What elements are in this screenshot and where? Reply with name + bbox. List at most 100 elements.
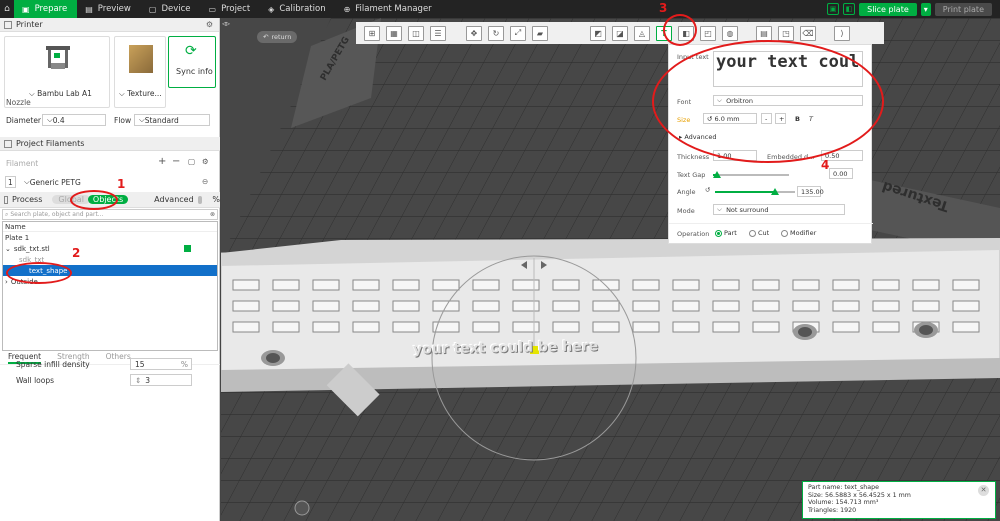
return-button[interactable]: ↶ return (257, 31, 298, 43)
operation-part-label: Part (724, 229, 737, 237)
diameter-select[interactable]: ⌵ 0.4 (42, 114, 106, 126)
return-icon: ↶ (263, 33, 269, 41)
part-name-line: Part name: text_shape (808, 484, 879, 491)
flow-select[interactable]: ⌵ Standard (134, 114, 210, 126)
tab-calibration[interactable]: ◈ Calibration (260, 0, 335, 18)
text-gap-input[interactable]: 0.00 (829, 168, 853, 179)
tree-row-plate[interactable]: Plate 1 (3, 232, 217, 243)
remove-filament-icon[interactable]: − (172, 156, 180, 167)
collapse-sidebar-icon[interactable]: ◃▹ (222, 19, 230, 28)
clear-search-icon[interactable]: ⊗ (210, 211, 215, 218)
printer-icon (4, 20, 12, 29)
seam-paint-icon[interactable]: ◬ (634, 25, 650, 41)
gear-icon[interactable]: ⚙ (206, 20, 213, 29)
tab-prepare[interactable]: ▣ Prepare (14, 0, 78, 18)
rotate-icon[interactable]: ↻ (488, 25, 504, 41)
tree-row-object[interactable]: ⌄ sdk_txt.stl (3, 243, 217, 254)
scale-icon[interactable]: ⤢ (510, 25, 526, 41)
slice-plate-button[interactable]: Slice plate (859, 2, 917, 16)
chevron-down-icon: ⌵ (717, 205, 727, 213)
add-plate-icon[interactable]: ▦ (386, 25, 402, 41)
cut-icon[interactable]: ◩ (590, 25, 606, 41)
operation-cut-radio[interactable]: Cut (749, 229, 769, 237)
text-gap-slider-handle (712, 171, 721, 178)
object-checked-icon[interactable] (184, 245, 191, 252)
angle-slider-fill (715, 191, 775, 193)
text-gap-label: Text Gap (677, 171, 706, 179)
home-icon[interactable]: ⌂ (0, 0, 14, 18)
filament-slot-number: 1 (5, 176, 16, 188)
plate-card[interactable]: ⌵ Texture... (114, 36, 166, 108)
plate-settings-icon[interactable]: ⟩ (834, 25, 850, 41)
printer-name[interactable]: ⌵ Bambu Lab A1 (29, 89, 92, 99)
radio-off-icon (781, 229, 788, 237)
gizmo-toolbar: ⊞ ▦ ◫ ☰ ✥ ↻ ⤢ ▰ ◩ ◪ ◬ T ◧ ◰ ◍ ▤ ◳ ⌫ ⟩ (356, 22, 884, 44)
sparse-unit: % (180, 359, 188, 369)
tab-others[interactable]: Others (106, 352, 131, 364)
advanced-label: Advanced (154, 195, 194, 204)
variable-layer-icon[interactable]: ▤ (756, 25, 772, 41)
part-triangles-line: Triangles: 1920 (808, 506, 857, 514)
tab-preview-label: Preview (97, 4, 131, 14)
angle-label: Angle (677, 188, 696, 196)
camera-icon[interactable]: ▣ (827, 3, 840, 15)
tab-device-label: Device (161, 4, 191, 14)
annotation-number-4: 4 (821, 158, 830, 172)
chevron-down-icon: ⌵ (119, 89, 128, 98)
tab-project[interactable]: ▭ Project (201, 0, 261, 18)
project-icon: ▭ (208, 4, 217, 14)
arrange-icon[interactable]: ☰ (430, 25, 446, 41)
filament-sync-icon[interactable]: ⊖ (202, 177, 208, 186)
mode-select[interactable]: ⌵ Not surround (713, 204, 845, 215)
tree-header: Name (3, 222, 217, 232)
multi-plate-icon[interactable]: ◧ (843, 3, 856, 15)
text-gap-slider[interactable] (712, 171, 789, 178)
thickness-label: Thickness (677, 153, 710, 161)
advanced-switch[interactable] (197, 195, 203, 204)
filament-icon (4, 139, 12, 148)
print-dropdown-toggle[interactable]: ▾ (920, 2, 931, 16)
tab-filament-manager[interactable]: ⊕ Filament Manager (336, 0, 442, 18)
angle-slider[interactable] (715, 188, 795, 195)
nozzle-label: Nozzle (6, 98, 31, 107)
eraser-icon[interactable]: ⌫ (800, 25, 816, 41)
tree-header-label: Name (5, 222, 26, 231)
annotation-ellipse-objects (70, 190, 118, 210)
process-section-title: Process (12, 195, 43, 204)
search-box[interactable]: ⌕ Search plate, object and part... ⊗ (2, 209, 218, 220)
operation-modifier-radio[interactable]: Modifier (781, 229, 816, 237)
split-icon[interactable]: ◳ (778, 25, 794, 41)
move-icon[interactable]: ✥ (466, 25, 482, 41)
part-size-line: Size: 56.5883 x 56.4525 x 1 mm (808, 491, 911, 499)
tab-device[interactable]: ▢ Device (141, 0, 201, 18)
tab-preview[interactable]: ▤ Preview (77, 0, 141, 18)
angle-input[interactable]: 135.00 (797, 186, 824, 197)
add-filament-icon[interactable]: + (158, 156, 166, 167)
mesh-boolean-icon[interactable]: ◍ (722, 25, 738, 41)
filament-edit-icon[interactable]: ▢ (188, 157, 195, 166)
flow-value: Standard (144, 115, 179, 125)
reset-angle-icon[interactable]: ↺ (705, 186, 710, 194)
operation-part-radio[interactable]: Part (715, 229, 737, 237)
orient-icon[interactable]: ◫ (408, 25, 424, 41)
return-label: return (271, 33, 292, 41)
percent-icon[interactable]: % (212, 195, 220, 204)
sync-info-button[interactable]: ⟳ Sync info (168, 36, 216, 88)
add-object-icon[interactable]: ⊞ (364, 25, 380, 41)
annotation-ellipse-text-shape (6, 262, 72, 284)
filament-select[interactable]: ⌵ Generic PETG (20, 176, 196, 188)
lay-on-face-icon[interactable]: ▰ (532, 25, 548, 41)
calibration-icon: ◈ (268, 4, 275, 14)
filament-settings-icon[interactable]: ⚙ (202, 157, 209, 166)
wall-loops-input[interactable]: ⇕ 3 (130, 374, 192, 386)
close-icon[interactable]: ✕ (978, 485, 989, 496)
plate-type[interactable]: ⌵ Texture... (119, 89, 162, 99)
assembly-icon[interactable]: ◰ (700, 25, 716, 41)
sync-info-label: Sync info (176, 67, 213, 76)
support-paint-icon[interactable]: ◪ (612, 25, 628, 41)
printer-section-header: Printer ⚙ (0, 18, 219, 32)
print-plate-button[interactable]: Print plate (934, 2, 992, 16)
sparse-infill-input[interactable]: 15% (130, 358, 192, 370)
plate-texture-thumbnail (129, 45, 153, 73)
tab-project-label: Project (221, 4, 251, 14)
